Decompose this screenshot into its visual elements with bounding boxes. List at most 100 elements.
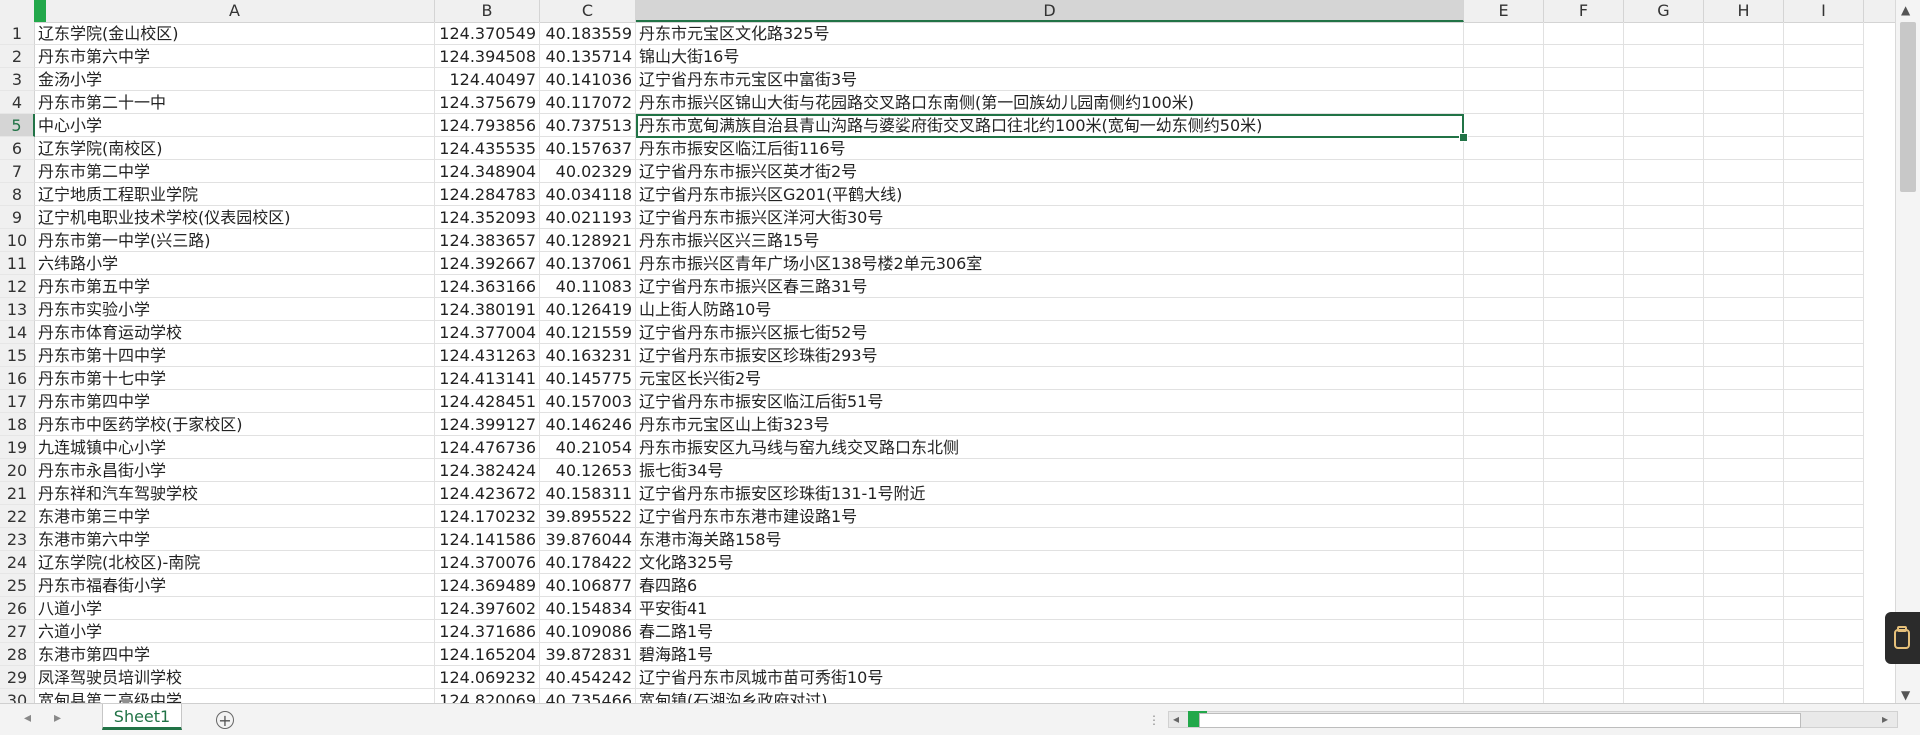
empty-cell[interactable] [1704,413,1784,436]
row-header[interactable]: 11 [0,252,35,275]
empty-cell[interactable] [1624,666,1704,689]
empty-cell[interactable] [1464,275,1544,298]
empty-cell[interactable] [1544,22,1624,45]
side-assistant-widget[interactable] [1885,612,1920,664]
empty-cell[interactable] [1704,459,1784,482]
empty-cell[interactable] [1784,574,1864,597]
row-header[interactable]: 13 [0,298,35,321]
empty-cell[interactable] [1544,574,1624,597]
empty-cell[interactable] [1544,160,1624,183]
horizontal-scroll-thumb[interactable] [1199,713,1801,728]
empty-cell[interactable] [1784,367,1864,390]
empty-cell[interactable] [1704,390,1784,413]
cell-a[interactable]: 丹东市第一中学(兴三路) [35,229,435,252]
cell-a[interactable]: 八道小学 [35,597,435,620]
column-header-g[interactable]: G [1624,0,1704,22]
cell-a[interactable]: 六纬路小学 [35,252,435,275]
empty-cell[interactable] [1704,551,1784,574]
select-all-corner[interactable] [0,0,36,22]
empty-cell[interactable] [1624,298,1704,321]
empty-cell[interactable] [1464,574,1544,597]
cell-c[interactable]: 40.106877 [540,574,636,597]
cell-a[interactable]: 凤泽驾驶员培训学校 [35,666,435,689]
empty-cell[interactable] [1624,367,1704,390]
empty-cell[interactable] [1624,620,1704,643]
scroll-down-icon[interactable]: ▼ [1901,688,1910,702]
empty-cell[interactable] [1544,114,1624,137]
empty-cell[interactable] [1464,390,1544,413]
empty-cell[interactable] [1784,413,1864,436]
empty-cell[interactable] [1544,551,1624,574]
empty-cell[interactable] [1464,45,1544,68]
cell-d[interactable]: 辽宁省丹东市凤城市苗可秀街10号 [636,666,1464,689]
empty-cell[interactable] [1704,137,1784,160]
empty-cell[interactable] [1784,620,1864,643]
cell-d[interactable]: 辽宁省丹东市振兴区G201(平鹤大线) [636,183,1464,206]
empty-cell[interactable] [1704,206,1784,229]
cell-a[interactable]: 辽宁机电职业技术学校(仪表园校区) [35,206,435,229]
cell-c[interactable]: 40.109086 [540,620,636,643]
empty-cell[interactable] [1784,68,1864,91]
empty-cell[interactable] [1464,298,1544,321]
tab-splitter-icon[interactable]: ⋮ [1148,713,1160,727]
empty-cell[interactable] [1464,620,1544,643]
empty-cell[interactable] [1704,597,1784,620]
cell-a[interactable]: 丹东市第六中学 [35,45,435,68]
empty-cell[interactable] [1784,114,1864,137]
cell-d[interactable]: 振七街34号 [636,459,1464,482]
row-header[interactable]: 22 [0,505,35,528]
empty-cell[interactable] [1784,459,1864,482]
empty-cell[interactable] [1704,574,1784,597]
cell-a[interactable]: 东港市第三中学 [35,505,435,528]
cell-b[interactable]: 124.382424 [435,459,540,482]
cell-b[interactable]: 124.352093 [435,206,540,229]
empty-cell[interactable] [1624,597,1704,620]
empty-cell[interactable] [1704,321,1784,344]
cell-b[interactable]: 124.375679 [435,91,540,114]
empty-cell[interactable] [1544,321,1624,344]
empty-cell[interactable] [1544,505,1624,528]
empty-cell[interactable] [1624,321,1704,344]
empty-cell[interactable] [1464,482,1544,505]
empty-cell[interactable] [1784,206,1864,229]
empty-cell[interactable] [1704,620,1784,643]
empty-cell[interactable] [1704,528,1784,551]
cell-a[interactable]: 九连城镇中心小学 [35,436,435,459]
cell-a[interactable]: 金汤小学 [35,68,435,91]
empty-cell[interactable] [1464,459,1544,482]
column-header-h[interactable]: H [1704,0,1784,22]
row-header[interactable]: 5 [0,114,35,137]
row-header[interactable]: 3 [0,68,35,91]
empty-cell[interactable] [1784,298,1864,321]
empty-cell[interactable] [1544,298,1624,321]
cell-c[interactable]: 40.183559 [540,22,636,45]
row-header[interactable]: 12 [0,275,35,298]
empty-cell[interactable] [1464,183,1544,206]
empty-cell[interactable] [1704,229,1784,252]
cell-d[interactable]: 平安街41 [636,597,1464,620]
scroll-up-icon[interactable]: ▲ [1901,3,1910,17]
cell-d[interactable]: 辽宁省丹东市振安区临江后街51号 [636,390,1464,413]
cell-c[interactable]: 40.02329 [540,160,636,183]
cell-b[interactable]: 124.284783 [435,183,540,206]
empty-cell[interactable] [1624,436,1704,459]
cell-d[interactable]: 春二路1号 [636,620,1464,643]
row-header[interactable]: 10 [0,229,35,252]
cell-b[interactable]: 124.371686 [435,620,540,643]
empty-cell[interactable] [1464,666,1544,689]
empty-cell[interactable] [1544,275,1624,298]
row-header[interactable]: 19 [0,436,35,459]
empty-cell[interactable] [1784,275,1864,298]
row-header[interactable]: 1 [0,22,35,45]
empty-cell[interactable] [1784,505,1864,528]
row-header[interactable]: 15 [0,344,35,367]
empty-cell[interactable] [1544,68,1624,91]
cell-d[interactable]: 辽宁省丹东市元宝区中富街3号 [636,68,1464,91]
cell-d[interactable]: 东港市海关路158号 [636,528,1464,551]
cell-c[interactable]: 40.21054 [540,436,636,459]
vertical-scrollbar[interactable]: ▲ ▼ [1895,0,1920,703]
row-header[interactable]: 2 [0,45,35,68]
empty-cell[interactable] [1784,344,1864,367]
cell-c[interactable]: 40.146246 [540,413,636,436]
cell-c[interactable]: 40.157003 [540,390,636,413]
